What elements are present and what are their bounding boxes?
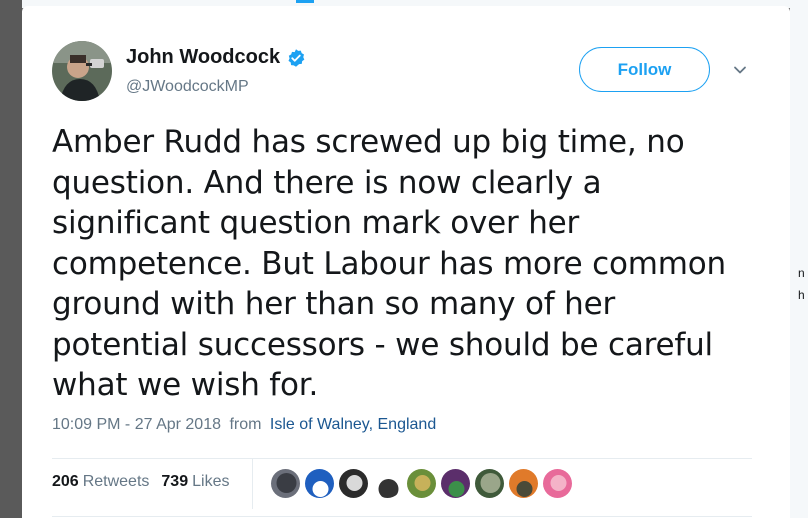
tweet-line: significant question mark over her (52, 205, 580, 241)
backdrop-accent (296, 0, 314, 3)
liker-avatar-4[interactable] (372, 468, 403, 499)
user-name[interactable]: John Woodcock (126, 46, 280, 69)
tweet-timestamp[interactable]: 10:09 PM - 27 Apr 2018 (52, 416, 221, 433)
profile-photo-icon (52, 41, 112, 101)
liker-avatar-5[interactable] (406, 468, 437, 499)
tweet-card: John Woodcock @JWoodcockMP Follow Amber … (22, 6, 790, 518)
from-label: from (229, 416, 262, 433)
liker-avatar-7[interactable] (474, 468, 505, 499)
user-handle[interactable]: @JWoodcockMP (126, 78, 249, 96)
tweet-location-link[interactable]: Isle of Walney, England (270, 416, 436, 433)
likes-count: 739 (161, 473, 189, 490)
liker-avatar-3[interactable] (338, 468, 369, 499)
tweet-line: what we wish for. (52, 367, 319, 403)
likes-stat[interactable]: 739 Likes (161, 473, 229, 491)
verified-badge-icon (288, 48, 305, 67)
tweet-stats: 206 Retweets 739 Likes (52, 473, 241, 491)
chevron-down-icon[interactable] (732, 62, 748, 78)
tweet-metadata: 10:09 PM - 27 Apr 2018 from Isle of Waln… (52, 416, 436, 434)
retweets-count: 206 (52, 473, 79, 490)
background-text-fragment: n (798, 266, 805, 280)
retweets-stat[interactable]: 206 Retweets (52, 473, 149, 491)
retweets-label: Retweets (82, 473, 150, 490)
overlay-left (0, 0, 22, 518)
likes-label: Likes (192, 473, 230, 490)
tweet-text: Amber Rudd has screwed up big time, no q… (52, 122, 752, 406)
follow-button[interactable]: Follow (579, 47, 710, 92)
likers-avatar-list (270, 468, 576, 499)
liker-avatar-8[interactable] (508, 468, 539, 499)
tweet-line: potential successors - we should be care… (52, 326, 713, 363)
liker-avatar-6[interactable] (440, 468, 471, 499)
liker-avatar-9[interactable] (542, 468, 573, 499)
tweet-line: competence. But Labour has more common (52, 245, 726, 282)
liker-avatar-1[interactable] (270, 468, 301, 499)
divider (52, 516, 752, 517)
tweet-line: ground with her than so many of her (52, 286, 615, 322)
avatar[interactable] (52, 41, 112, 101)
stats-separator (252, 459, 253, 509)
tweet-line: question. And there is now clearly a (52, 164, 602, 201)
name-row: John Woodcock (126, 46, 306, 69)
background-text-fragment: h (798, 288, 805, 302)
divider (52, 458, 752, 459)
liker-avatar-2[interactable] (304, 468, 335, 499)
background-page-right: n h (790, 0, 808, 518)
tweet-line: Amber Rudd has screwed up big time, no (52, 124, 685, 160)
